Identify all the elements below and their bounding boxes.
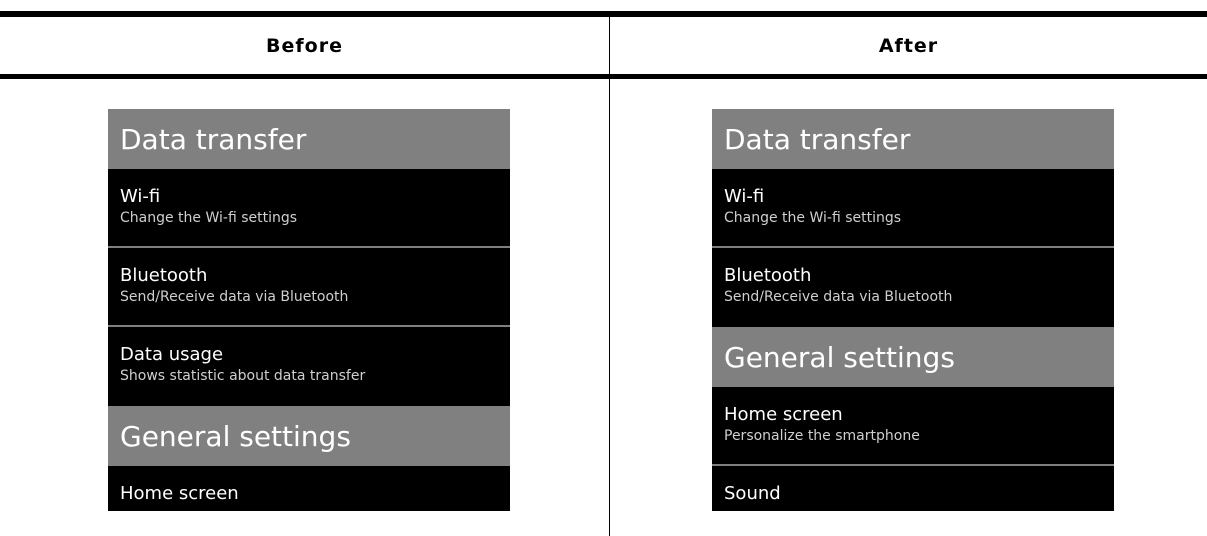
list-item-home-screen[interactable]: Home screen Personalize the smartphone [712, 387, 1114, 466]
list-item-subtitle: Shows statistic about data transfer [120, 368, 366, 384]
column-header-before: Before [266, 34, 343, 57]
section-header-general-settings: General settings [108, 406, 510, 466]
table-header-rule [0, 74, 1207, 79]
after-list-screen: Data transfer Wi-fi Change the Wi-fi set… [712, 109, 1114, 511]
list-item-title: Home screen [120, 483, 239, 504]
list-item-title: Home screen [724, 404, 843, 425]
list-item-title: Bluetooth [120, 265, 208, 286]
list-item-wifi[interactable]: Wi-fi Change the Wi-fi settings [108, 169, 510, 248]
list-item-subtitle: Change the Wi-fi settings [120, 210, 298, 226]
column-divider [609, 17, 610, 536]
list-item-bluetooth[interactable]: Bluetooth Send/Receive data via Bluetoot… [712, 248, 1114, 327]
list-item-wifi[interactable]: Wi-fi Change the Wi-fi settings [712, 169, 1114, 248]
list-item-sound[interactable]: Sound [712, 466, 1114, 511]
list-item-title: Wi-fi [120, 186, 161, 207]
before-list-screen: Data transfer Wi-fi Change the Wi-fi set… [108, 109, 510, 511]
list-item-subtitle: Send/Receive data via Bluetooth [724, 289, 953, 305]
list-item-home-screen[interactable]: Home screen [108, 466, 510, 511]
section-header-data-transfer: Data transfer [712, 109, 1114, 169]
list-item-title: Sound [724, 483, 781, 504]
list-item-subtitle: Send/Receive data via Bluetooth [120, 289, 349, 305]
list-item-subtitle: Personalize the smartphone [724, 428, 920, 444]
list-item-data-usage[interactable]: Data usage Shows statistic about data tr… [108, 327, 510, 406]
list-item-title: Bluetooth [724, 265, 812, 286]
list-item-subtitle: Change the Wi-fi settings [724, 210, 902, 226]
list-item-bluetooth[interactable]: Bluetooth Send/Receive data via Bluetoot… [108, 248, 510, 327]
column-header-after: After [878, 34, 939, 57]
section-header-data-transfer: Data transfer [108, 109, 510, 169]
section-header-general-settings: General settings [712, 327, 1114, 387]
list-item-title: Data usage [120, 344, 224, 365]
list-item-title: Wi-fi [724, 186, 765, 207]
